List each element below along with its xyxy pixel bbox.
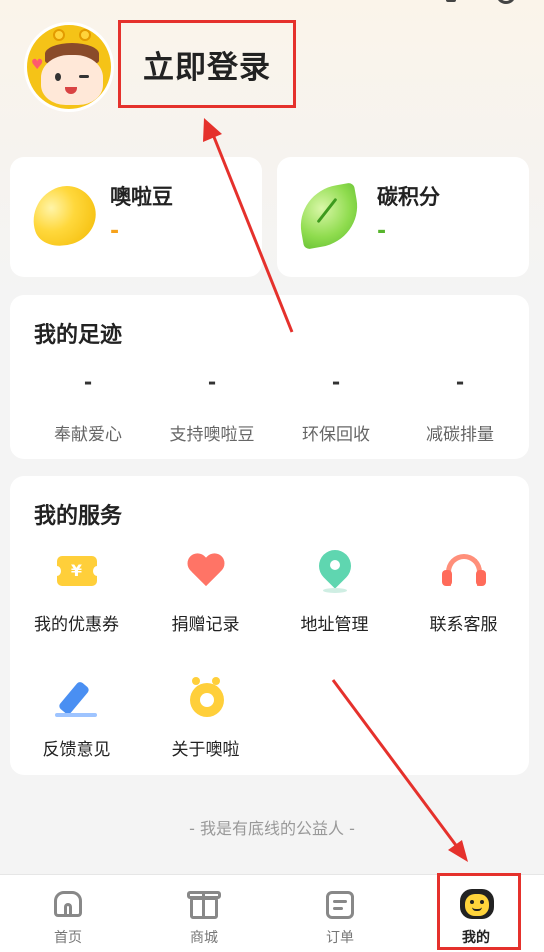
profile-icon <box>458 887 494 921</box>
service-label: 联系客服 <box>429 615 498 635</box>
headset-ear <box>475 570 486 586</box>
service-label: 捐赠记录 <box>171 615 240 635</box>
service-address[interactable]: 地址管理 <box>272 543 397 675</box>
house-door <box>64 903 72 915</box>
logo-icon <box>182 675 230 719</box>
profile-icon-eye <box>480 900 484 904</box>
login-highlight-box[interactable]: 立即登录 <box>118 20 296 108</box>
services-grid: ¥ 我的优惠券 捐赠记录 地址管理 联系客服 反馈意见 关于噢啦 <box>10 543 529 800</box>
avatar-eye <box>55 73 61 81</box>
carbon-value: - <box>377 219 387 244</box>
status-bar-icons <box>446 0 516 4</box>
headset-ear <box>441 570 452 586</box>
bottom-nav: 首页 商城 订单 我的 <box>0 874 544 952</box>
services-card: 我的服务 ¥ 我的优惠券 捐赠记录 地址管理 联系客服 反馈意见 关于噢啦 <box>10 476 529 775</box>
order-line <box>333 907 343 910</box>
footprint-value: - <box>331 370 341 394</box>
leaf-icon <box>294 182 364 250</box>
footprint-label: 环保回收 <box>302 425 370 445</box>
headset-icon <box>440 550 488 594</box>
carbon-title: 碳积分 <box>377 185 440 209</box>
profile-icon-face <box>465 894 489 916</box>
service-donation-records[interactable]: 捐赠记录 <box>143 550 268 675</box>
footprint-value: - <box>455 370 465 394</box>
carbon-card[interactable]: 碳积分 - <box>277 157 529 277</box>
service-customer-support[interactable]: 联系客服 <box>401 550 526 675</box>
service-label: 反馈意见 <box>42 740 111 760</box>
avatar-wink <box>79 75 89 78</box>
pen-shape <box>57 680 90 716</box>
footprint-title: 我的足迹 <box>34 323 123 348</box>
footprint-grid: - 奉献爱心 - 支持噢啦豆 - 环保回收 - 减碳排量 <box>10 370 529 445</box>
logo-center <box>199 693 214 707</box>
signal-icon <box>446 0 456 2</box>
heart-icon-shape <box>188 554 224 590</box>
coupon-icon: ¥ <box>52 550 101 594</box>
footprint-item-support[interactable]: - 支持噢啦豆 <box>150 370 274 445</box>
order-outline <box>326 891 354 919</box>
service-feedback[interactable]: 反馈意见 <box>14 675 139 800</box>
nav-label: 订单 <box>326 930 354 946</box>
pin-base <box>322 588 347 593</box>
battery-icon <box>496 0 516 4</box>
nav-shop[interactable]: 商城 <box>136 875 272 952</box>
bean-icon <box>24 178 104 254</box>
pin-dot <box>329 560 340 570</box>
location-pin-icon <box>311 543 359 594</box>
order-icon <box>322 887 358 921</box>
logo-ear <box>191 677 200 685</box>
nav-label: 我的 <box>462 930 490 946</box>
footprint-label: 奉献爱心 <box>54 425 122 445</box>
nav-orders[interactable]: 订单 <box>272 875 408 952</box>
footprint-value: - <box>207 370 217 394</box>
arrow-head-profile <box>448 840 468 862</box>
service-about[interactable]: 关于噢啦 <box>143 675 268 800</box>
service-label: 我的优惠券 <box>34 615 119 635</box>
gift-icon <box>186 887 222 921</box>
nav-label: 商城 <box>190 930 218 946</box>
nav-label: 首页 <box>54 930 82 946</box>
bean-value: - <box>110 219 120 244</box>
footprint-item-recycle[interactable]: - 环保回收 <box>274 370 398 445</box>
services-row: 反馈意见 关于噢啦 <box>10 675 529 800</box>
avatar[interactable]: ♥ <box>24 22 114 112</box>
order-line <box>333 900 347 903</box>
footprint-card: 我的足迹 - 奉献爱心 - 支持噢啦豆 - 环保回收 - 减碳排量 <box>10 295 529 459</box>
services-title: 我的服务 <box>34 504 123 529</box>
nav-profile[interactable]: 我的 <box>408 875 544 952</box>
avatar-face <box>41 55 103 105</box>
services-row: ¥ 我的优惠券 捐赠记录 地址管理 联系客服 <box>10 543 529 675</box>
nav-home[interactable]: 首页 <box>0 875 136 952</box>
bean-card[interactable]: 噢啦豆 - <box>10 157 262 277</box>
footprint-value: - <box>83 370 93 394</box>
avatar-horn-right <box>79 29 91 41</box>
service-coupons[interactable]: ¥ 我的优惠券 <box>14 550 139 675</box>
login-button[interactable]: 立即登录 <box>143 42 271 87</box>
heart-icon <box>182 550 230 594</box>
gift-ribbon <box>202 891 205 919</box>
coupon-icon-glyph: ¥ <box>52 556 101 586</box>
profile-icon-eye <box>470 900 474 904</box>
footer-slogan: - 我是有底线的公益人 - <box>189 819 355 838</box>
arrow-head-login <box>203 118 222 142</box>
pen-icon <box>53 675 101 719</box>
bean-title: 噢啦豆 <box>110 185 173 209</box>
heart-icon: ♥ <box>31 57 44 73</box>
home-icon <box>50 887 86 921</box>
footprint-item-donation[interactable]: - 奉献爱心 <box>26 370 150 445</box>
service-label: 关于噢啦 <box>171 740 240 760</box>
pen-underline <box>54 713 97 717</box>
footprint-item-carbon[interactable]: - 减碳排量 <box>398 370 522 445</box>
footprint-label: 支持噢啦豆 <box>169 425 255 445</box>
service-label: 地址管理 <box>300 615 369 635</box>
footprint-label: 减碳排量 <box>426 425 494 445</box>
avatar-horn-left <box>53 29 65 41</box>
